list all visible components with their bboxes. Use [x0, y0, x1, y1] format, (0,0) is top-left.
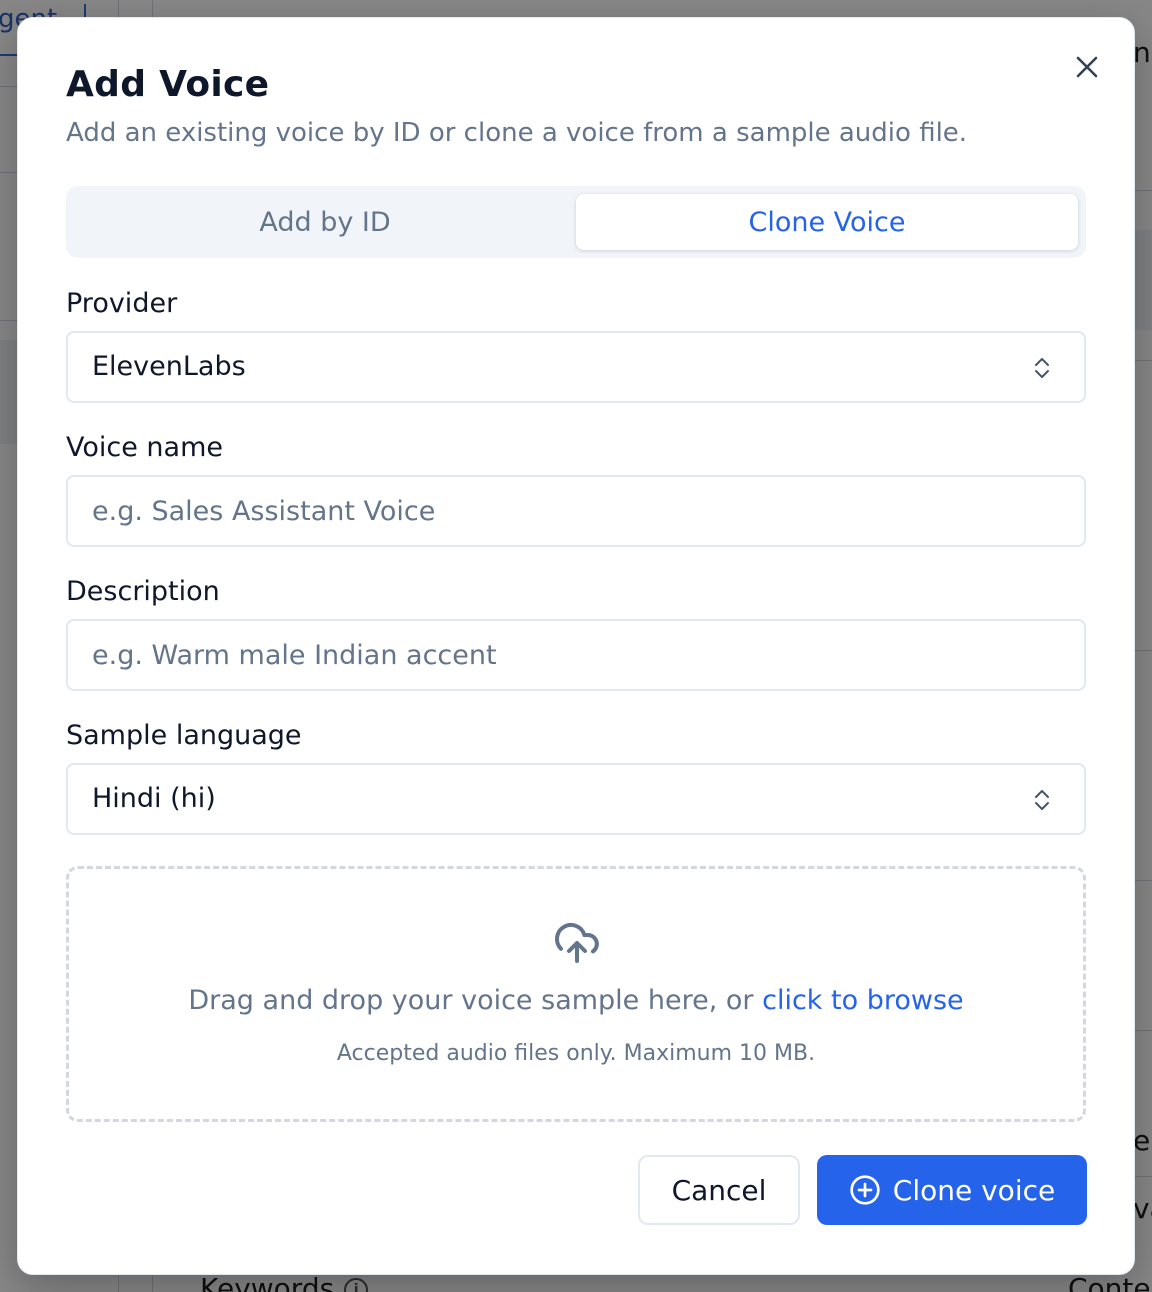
sample-language-value: Hindi (hi) — [92, 783, 216, 814]
provider-label: Provider — [66, 288, 178, 319]
description-input[interactable] — [68, 621, 1084, 689]
dropzone-text: Drag and drop your voice sample here, or… — [69, 985, 1083, 1016]
upload-cloud-icon — [555, 922, 599, 963]
voice-name-label: Voice name — [66, 432, 224, 463]
chevrons-up-down-icon — [1035, 358, 1049, 378]
dialog-title: Add Voice — [66, 64, 270, 105]
tab-clone-voice[interactable]: Clone Voice — [576, 194, 1078, 250]
provider-select[interactable]: ElevenLabs — [66, 331, 1086, 403]
clone-voice-button[interactable]: Clone voice — [817, 1155, 1087, 1225]
audio-dropzone[interactable]: Drag and drop your voice sample here, or… — [66, 866, 1086, 1122]
dropzone-instructions: Drag and drop your voice sample here, or — [188, 985, 763, 1016]
cancel-button-label: Cancel — [671, 1173, 767, 1207]
cancel-button[interactable]: Cancel — [638, 1155, 800, 1225]
sample-language-label: Sample language — [66, 720, 302, 751]
description-field — [66, 619, 1086, 691]
dropzone-hint: Accepted audio files only. Maximum 10 MB… — [336, 1041, 816, 1066]
mode-tabs: Add by ID Clone Voice — [66, 186, 1086, 258]
close-icon — [1076, 56, 1098, 78]
close-button[interactable] — [1070, 50, 1104, 84]
browse-link[interactable]: click to browse — [762, 985, 964, 1016]
plus-circle-icon — [850, 1175, 880, 1205]
voice-name-input[interactable] — [68, 477, 1084, 545]
description-label: Description — [66, 576, 220, 607]
add-voice-dialog: Add Voice Add an existing voice by ID or… — [17, 17, 1135, 1275]
tab-add-by-id[interactable]: Add by ID — [74, 194, 576, 250]
sample-language-select[interactable]: Hindi (hi) — [66, 763, 1086, 835]
voice-name-field — [66, 475, 1086, 547]
provider-value: ElevenLabs — [92, 351, 246, 382]
clone-voice-button-label: Clone voice — [892, 1173, 1056, 1207]
chevrons-up-down-icon — [1035, 790, 1049, 810]
dialog-subtitle: Add an existing voice by ID or clone a v… — [66, 118, 968, 148]
